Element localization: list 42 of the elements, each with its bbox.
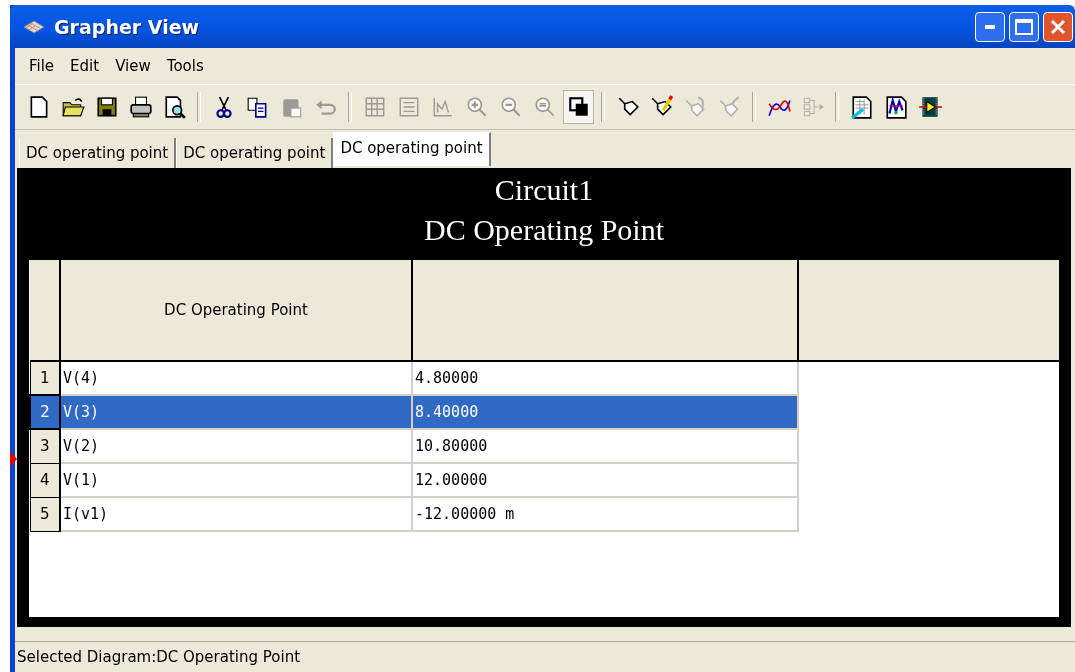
maximize-button[interactable] bbox=[1009, 11, 1039, 42]
row-number[interactable]: 5 bbox=[30, 497, 60, 531]
zoom-in-icon bbox=[464, 95, 489, 119]
menu-item[interactable]: View bbox=[107, 57, 159, 75]
maximize-icon bbox=[1015, 18, 1033, 35]
window-title: Grapher View bbox=[54, 15, 200, 38]
close-icon bbox=[1050, 18, 1066, 35]
table-cell: 10.80000 bbox=[412, 429, 798, 463]
table-cell: 12.00000 bbox=[412, 463, 798, 497]
zoom-magnifier-icon bbox=[532, 95, 557, 119]
tag-arrow-icon bbox=[717, 95, 742, 119]
menu-item[interactable]: File bbox=[21, 57, 63, 75]
menu-item[interactable]: Tools bbox=[158, 57, 212, 75]
table-cell: V(3) bbox=[60, 395, 412, 429]
row-number[interactable]: 1 bbox=[30, 361, 60, 395]
tab[interactable]: DC operating point bbox=[333, 132, 491, 166]
table-cell: V(1) bbox=[60, 463, 412, 497]
app-logo-icon bbox=[22, 18, 46, 35]
row-number[interactable]: 2 bbox=[30, 395, 60, 429]
graph-page-icon bbox=[883, 95, 908, 119]
row-number[interactable]: 4 bbox=[30, 463, 60, 497]
zoom-out-icon bbox=[498, 95, 523, 119]
sheet-arrow-icon bbox=[849, 95, 874, 119]
overlapping-squares-icon bbox=[566, 95, 591, 119]
chart-subtitle: DC Operating Point bbox=[423, 212, 665, 248]
film-amplifier-icon bbox=[917, 95, 942, 119]
folder-icon bbox=[60, 95, 85, 119]
printer-icon bbox=[128, 95, 153, 119]
close-button[interactable] bbox=[1043, 11, 1073, 42]
row-number[interactable]: 3 bbox=[30, 429, 60, 463]
table-cell: I(v1) bbox=[60, 497, 412, 531]
table-cell: 8.40000 bbox=[412, 395, 798, 429]
magnifier-page-icon bbox=[162, 95, 187, 119]
chart-title: Circuit1 bbox=[493, 172, 595, 208]
table-cell: -12.00000 m bbox=[412, 497, 798, 531]
menu-item[interactable]: Edit bbox=[62, 57, 108, 75]
column-header: DC Operating Point bbox=[60, 260, 412, 361]
status-text: Selected Diagram:DC Operating Point bbox=[17, 648, 301, 666]
minimize-button[interactable] bbox=[975, 11, 1005, 42]
minimize-icon bbox=[985, 24, 995, 29]
toolbar-button[interactable] bbox=[563, 90, 594, 124]
table-cell: V(2) bbox=[60, 429, 412, 463]
